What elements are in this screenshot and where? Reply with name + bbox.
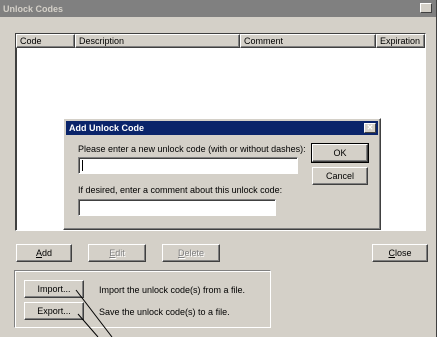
unlock-code-prompt: Please enter a new unlock code (with or … bbox=[78, 144, 306, 154]
dialog-titlebar[interactable]: Add Unlock Code ✕ bbox=[66, 121, 378, 135]
cancel-button[interactable]: Cancel bbox=[312, 167, 368, 185]
unlock-code-input[interactable] bbox=[78, 157, 298, 174]
add-unlock-code-dialog: Add Unlock Code ✕ Please enter a new unl… bbox=[63, 118, 381, 230]
dialog-close-icon[interactable]: ✕ bbox=[364, 123, 376, 133]
text-cursor bbox=[82, 160, 83, 171]
dialog-title: Add Unlock Code bbox=[69, 123, 145, 133]
annotation-line-export bbox=[77, 313, 99, 337]
comment-input[interactable] bbox=[78, 199, 276, 216]
comment-prompt: If desired, enter a comment about this u… bbox=[78, 185, 283, 195]
ok-button[interactable]: OK bbox=[311, 143, 369, 163]
unlock-code-value bbox=[79, 158, 81, 168]
annotation-line-import bbox=[75, 289, 113, 337]
